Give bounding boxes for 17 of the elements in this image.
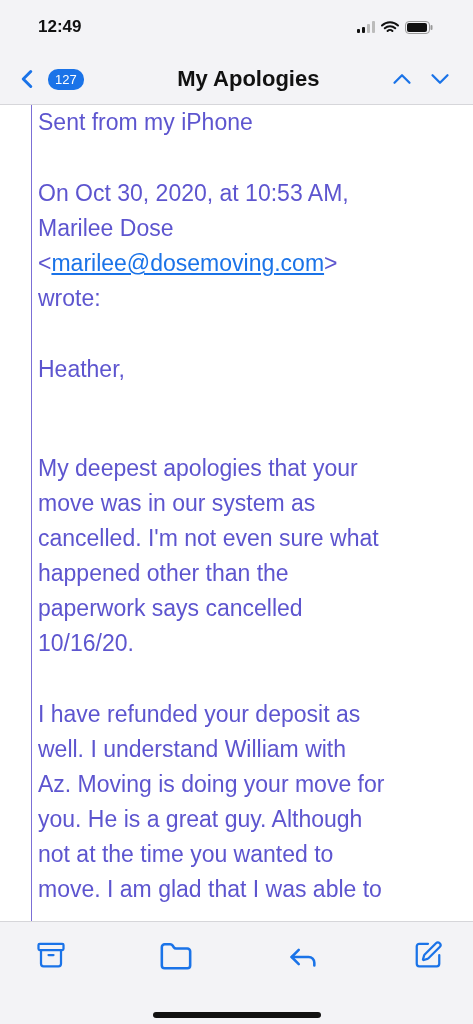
archive-icon[interactable] <box>36 940 66 970</box>
bracket-text: > <box>324 250 338 276</box>
email-link[interactable]: marilee@dosemoving.com <box>51 250 325 276</box>
attribution-text: On Oct 30, 2020, at 10:53 AM, Marilee Dose <box>38 180 349 241</box>
unread-count-badge: 127 <box>48 68 84 90</box>
paragraph-text: My deepest apologies that your move was in our system as cancelled. I'm not even sure what happened other than the paperwork says cancelled 10/16/20. <box>38 454 380 658</box>
signal-icon <box>357 21 375 33</box>
signature-text: Sent from my iPhone <box>38 108 254 137</box>
message-subject: My Apologies <box>176 66 321 92</box>
wifi-icon <box>381 20 399 34</box>
bracket-text: < <box>38 250 52 276</box>
greeting-text: Heather, <box>38 355 126 384</box>
compose-icon[interactable] <box>413 940 443 970</box>
status-time: 12:49 <box>38 17 82 37</box>
paragraph-text: I have refunded your deposit as well. I understand William with Az. Moving is doing your move for you. He is a great guy. Although not at the time you wanted to move. I am glad that I was able to <box>38 700 386 904</box>
attribution-text: wrote: <box>38 285 101 311</box>
battery-icon <box>405 20 433 34</box>
